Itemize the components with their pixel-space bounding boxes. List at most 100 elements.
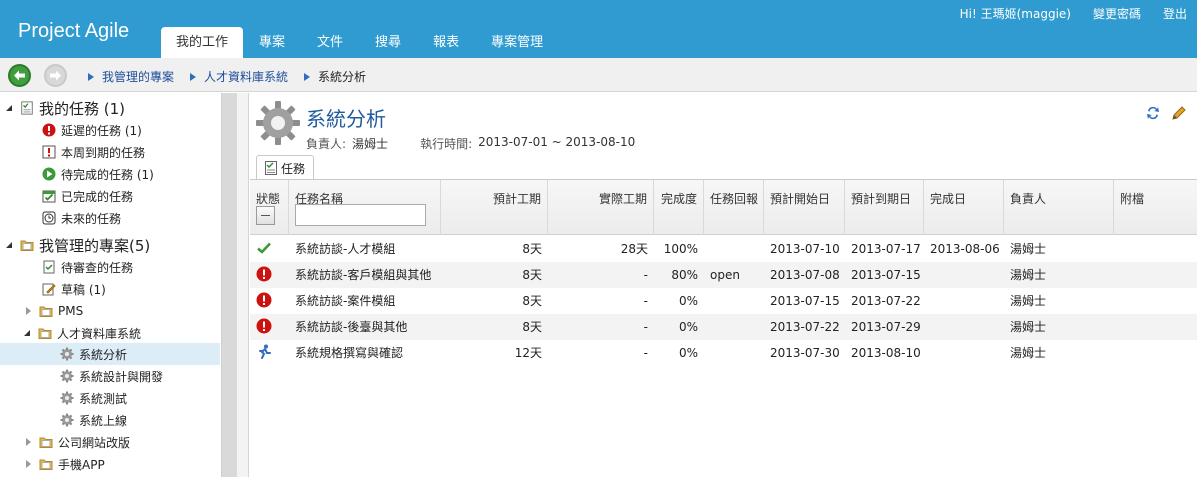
cell-progress: 0% xyxy=(678,320,698,334)
task-meta: 負責人: 湯姆士 執行時間: 2013-07-01 ~ 2013-08-10 xyxy=(306,135,635,152)
clock-icon xyxy=(42,211,56,225)
tab-search[interactable]: 搜尋 xyxy=(359,27,417,58)
breadcrumb-bar: 我管理的專案 人才資料庫系統 系統分析 xyxy=(0,58,1197,92)
tree-node-future[interactable]: 未來的任務 xyxy=(42,207,121,229)
refresh-icon[interactable] xyxy=(1145,105,1161,121)
cell-name[interactable]: 系統訪談-案件模組 xyxy=(289,288,441,314)
cell-progress: 0% xyxy=(678,346,698,360)
expand-arrow-icon[interactable] xyxy=(6,242,12,248)
tree-node-design-dev[interactable]: 系統設計與開發 xyxy=(60,365,163,387)
cell-end: 2013-07-29 xyxy=(851,320,921,334)
collapse-arrow-icon[interactable] xyxy=(26,438,31,446)
tree-node-testing[interactable]: 系統測試 xyxy=(60,387,127,409)
logout-link[interactable]: 登出 xyxy=(1163,5,1187,22)
cell-start: 2013-07-22 xyxy=(770,320,840,334)
cell-completed xyxy=(924,340,1004,366)
col-planned-start[interactable]: 預計開始日 xyxy=(764,180,845,235)
caret-right-icon xyxy=(88,72,94,81)
folder-open-icon xyxy=(38,328,52,339)
col-planned-end[interactable]: 預計到期日 xyxy=(845,180,924,235)
table-row[interactable]: 系統訪談-案件模組 8天 - 0% 2013-07-15 2013-07-22 … xyxy=(250,288,1197,314)
cell-name[interactable]: 系統訪談-客戶模組與其他 xyxy=(289,262,441,288)
tree-node-launch[interactable]: 系統上線 xyxy=(60,409,127,431)
tree-node-pms[interactable]: PMS xyxy=(26,300,83,322)
edit-pencil-icon[interactable] xyxy=(1171,105,1187,121)
cell-name[interactable]: 系統訪談-人才模組 xyxy=(289,236,441,262)
tree-node-managed-projects[interactable]: 我管理的專案(5) xyxy=(6,234,150,256)
status-filter-button[interactable] xyxy=(256,206,275,225)
table-row[interactable]: 系統規格撰寫與確認 12天 - 0% 2013-07-30 2013-08-10… xyxy=(250,340,1197,366)
table-row[interactable]: 系統訪談-客戶模組與其他 8天 - 80% open 2013-07-08 20… xyxy=(250,262,1197,288)
expand-arrow-icon[interactable] xyxy=(24,330,30,336)
collapse-arrow-icon[interactable] xyxy=(26,460,31,468)
col-attachment[interactable]: 附檔 xyxy=(1114,180,1197,235)
cell-completed: 2013-08-06 xyxy=(930,242,1000,256)
forward-button[interactable] xyxy=(44,64,67,87)
breadcrumb: 我管理的專案 人才資料庫系統 系統分析 xyxy=(88,68,382,85)
breadcrumb-item[interactable]: 人才資料庫系統 xyxy=(190,68,288,85)
col-owner[interactable]: 負責人 xyxy=(1004,180,1114,235)
user-greeting: Hi! 王瑪姬(maggie) xyxy=(959,7,1071,21)
col-planned[interactable]: 預計工期 xyxy=(441,180,548,235)
gear-icon xyxy=(60,413,74,427)
tab-project-admin[interactable]: 專案管理 xyxy=(475,27,559,58)
col-report[interactable]: 任務回報 xyxy=(704,180,764,235)
tab-projects[interactable]: 專案 xyxy=(243,27,301,58)
collapse-arrow-icon[interactable] xyxy=(26,307,31,315)
expand-arrow-icon[interactable] xyxy=(6,105,12,111)
cell-end: 2013-07-22 xyxy=(851,294,921,308)
table-row[interactable]: 系統訪談-後臺與其他 8天 - 0% 2013-07-22 2013-07-29… xyxy=(250,314,1197,340)
cell-start: 2013-07-08 xyxy=(770,268,840,282)
cell-actual: - xyxy=(643,268,648,282)
back-button[interactable] xyxy=(8,64,31,87)
cell-planned: 8天 xyxy=(522,242,542,256)
table-row[interactable]: 系統訪談-人才模組 8天 28天 100% 2013-07-10 2013-07… xyxy=(250,236,1197,262)
pane-resize-handle[interactable] xyxy=(237,93,249,477)
cell-progress: 0% xyxy=(678,294,698,308)
tab-my-work[interactable]: 我的工作 xyxy=(161,27,244,58)
cell-report xyxy=(704,288,764,314)
alert-red-icon xyxy=(42,123,56,137)
checklist-icon xyxy=(21,101,33,115)
tab-documents[interactable]: 文件 xyxy=(301,27,359,58)
tab-tasks[interactable]: 任務 xyxy=(256,155,315,180)
tree-node-website[interactable]: 公司網站改版 xyxy=(26,431,130,453)
col-actual[interactable]: 實際工期 xyxy=(548,180,654,235)
tree-node-pending-review[interactable]: 待審查的任務 xyxy=(42,256,133,278)
calendar-check-icon xyxy=(42,190,56,203)
checklist-icon xyxy=(265,161,277,175)
caret-right-icon xyxy=(190,72,197,81)
tree-node-done[interactable]: 已完成的任務 xyxy=(42,185,133,207)
cell-actual: 28天 xyxy=(620,242,648,256)
tree-node-analysis[interactable]: 系統分析 xyxy=(0,343,220,365)
col-progress[interactable]: 完成度 xyxy=(654,180,704,235)
main-tabs: 我的工作 專案 文件 搜尋 報表 專案管理 xyxy=(161,27,559,58)
change-password-link[interactable]: 變更密碼 xyxy=(1093,5,1141,22)
col-completed[interactable]: 完成日 xyxy=(924,180,1004,235)
cell-progress: 80% xyxy=(671,268,698,282)
breadcrumb-item-current: 系統分析 xyxy=(304,68,366,85)
tree-node-overdue[interactable]: 延遲的任務 (1) xyxy=(42,119,142,141)
page-title: 系統分析 xyxy=(306,107,386,131)
tree-node-talent-db[interactable]: 人才資料庫系統 xyxy=(24,322,141,344)
alert-red-icon xyxy=(256,266,272,282)
breadcrumb-item[interactable]: 我管理的專案 xyxy=(88,68,174,85)
sidebar-splitter[interactable] xyxy=(221,93,237,477)
tree-node-todo[interactable]: 待完成的任務 (1) xyxy=(42,163,154,185)
period-value: 2013-07-01 ~ 2013-08-10 xyxy=(478,135,636,149)
cell-planned: 8天 xyxy=(522,268,542,282)
tree-node-my-tasks[interactable]: 我的任務 (1) xyxy=(6,97,125,119)
tree-node-due-this-week[interactable]: 本周到期的任務 xyxy=(42,141,145,163)
grid-header: 狀態 任務名稱 預計工期 實際工期 完成度 任務回報 預計開始日 預計到期日 完… xyxy=(250,180,1197,235)
gear-icon xyxy=(60,369,74,383)
app-logo[interactable]: Project Agile xyxy=(18,20,129,43)
cell-planned: 8天 xyxy=(522,320,542,334)
tab-reports[interactable]: 報表 xyxy=(417,27,475,58)
cell-name[interactable]: 系統訪談-後臺與其他 xyxy=(289,314,441,340)
cell-start: 2013-07-30 xyxy=(770,346,840,360)
tree-node-mobile-app[interactable]: 手機APP xyxy=(26,453,105,475)
name-filter-input[interactable] xyxy=(295,204,426,226)
tree-node-drafts[interactable]: 草稿 (1) xyxy=(42,278,106,300)
cell-name[interactable]: 系統規格撰寫與確認 xyxy=(289,340,441,366)
calendar-alert-icon xyxy=(42,145,56,159)
